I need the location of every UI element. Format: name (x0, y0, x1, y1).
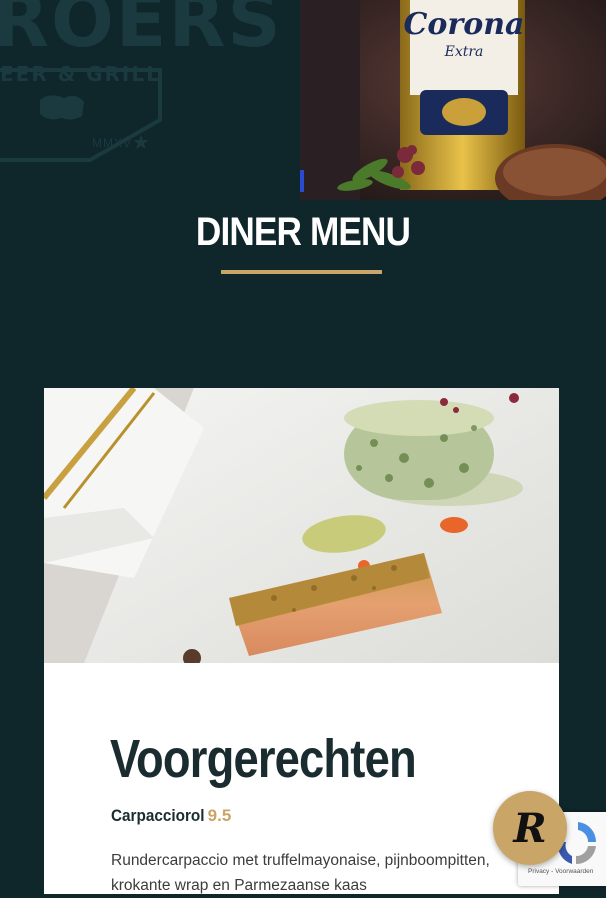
corona-brand-text: Corona (404, 7, 525, 42)
star-icon: ★ (132, 132, 150, 154)
section-title: DINER MENU (195, 210, 411, 254)
salmon-dish-illustration (44, 388, 559, 663)
corona-brand-sub: Extra (444, 44, 484, 60)
logo-subtitle: EER & GRILL (0, 62, 161, 86)
dish-item: Carpacciorol 9.5 (111, 806, 231, 826)
hero-banner: ROERS EER & GRILL MMXV ★ Corona Extra (0, 0, 606, 200)
dish-description: Rundercarpaccio met truffelmayonaise, pi… (111, 852, 490, 894)
logo-wordmark: ROERS (0, 0, 283, 64)
hero-photo-beer-and-food: Corona Extra (300, 0, 606, 200)
hero-photo-illustration: Corona Extra (300, 0, 606, 200)
logo-year: MMXV (92, 136, 132, 150)
menu-card: Voorgerechten Carpacciorol 9.5 Rundercar… (44, 388, 559, 894)
r-logo-icon: R (513, 804, 547, 852)
recaptcha-links[interactable]: Privacy - Voorwaarden (528, 868, 593, 875)
dish-price: 9.5 (207, 806, 232, 825)
course-title: Voorgerechten (110, 729, 417, 789)
reservation-button[interactable]: R (493, 791, 567, 865)
dish-name: Carpacciorol (111, 806, 205, 825)
card-photo-salmon-dish (44, 388, 559, 663)
restaurant-logo[interactable]: ROERS EER & GRILL MMXV ★ (0, 0, 300, 200)
title-underline (221, 270, 382, 274)
